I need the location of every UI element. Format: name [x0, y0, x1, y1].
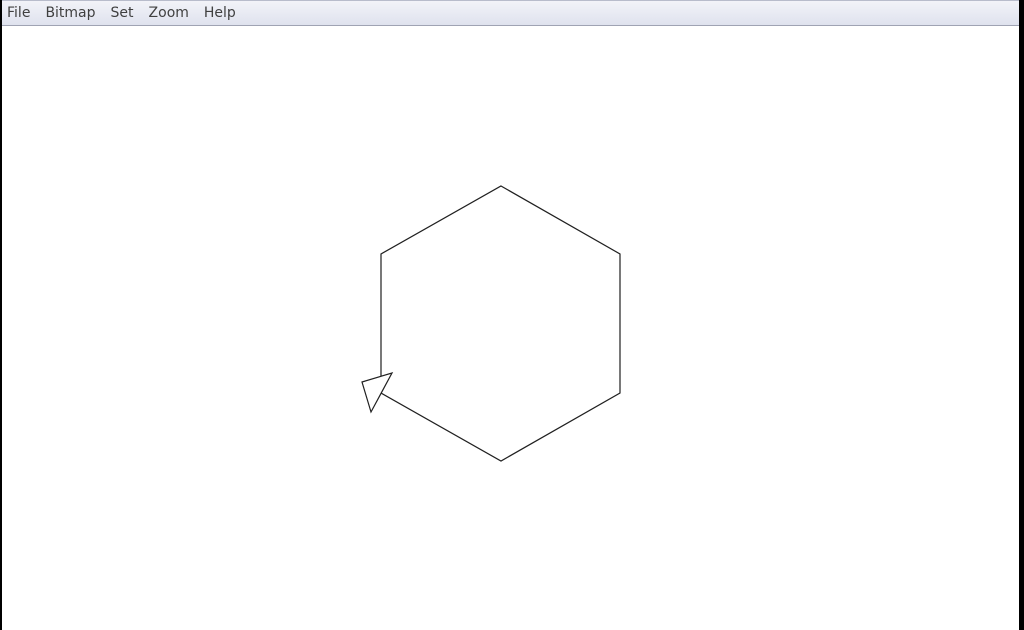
menu-file[interactable]: File [2, 1, 39, 25]
turtle-cursor-icon [361, 372, 394, 414]
app-window: File Bitmap Set Zoom Help [2, 0, 1019, 630]
menu-zoom[interactable]: Zoom [143, 1, 198, 25]
menu-set[interactable]: Set [105, 1, 143, 25]
menu-bar: File Bitmap Set Zoom Help [2, 0, 1019, 26]
drawing-canvas[interactable] [2, 26, 1019, 630]
menu-bitmap[interactable]: Bitmap [39, 1, 104, 25]
drawing-surface [361, 185, 621, 462]
menu-help[interactable]: Help [198, 1, 245, 25]
hexagon-shape [380, 185, 621, 462]
